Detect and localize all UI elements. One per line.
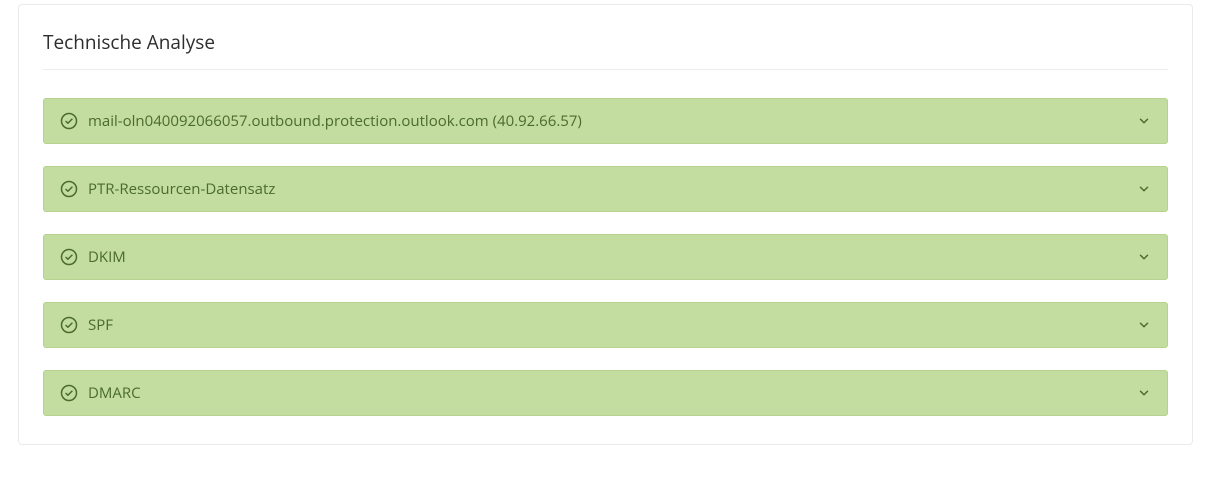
chevron-down-icon (1137, 250, 1151, 264)
technical-analysis-panel: Technische Analyse mail-oln040092066057.… (18, 4, 1193, 445)
check-circle-icon (60, 384, 78, 402)
accordion-item-label: SPF (88, 315, 1137, 335)
accordion-item-mailserver[interactable]: mail-oln040092066057.outbound.protection… (43, 98, 1168, 144)
divider (43, 69, 1168, 70)
check-circle-icon (60, 112, 78, 130)
accordion-item-label: DKIM (88, 247, 1137, 267)
chevron-down-icon (1137, 114, 1151, 128)
check-circle-icon (60, 248, 78, 266)
check-circle-icon (60, 316, 78, 334)
chevron-down-icon (1137, 182, 1151, 196)
accordion-item-label: DMARC (88, 383, 1137, 403)
accordion-item-label: mail-oln040092066057.outbound.protection… (88, 111, 1137, 131)
accordion-item-dkim[interactable]: DKIM (43, 234, 1168, 280)
accordion-item-spf[interactable]: SPF (43, 302, 1168, 348)
chevron-down-icon (1137, 386, 1151, 400)
chevron-down-icon (1137, 318, 1151, 332)
accordion-item-label: PTR-Ressourcen-Datensatz (88, 179, 1137, 199)
check-circle-icon (60, 180, 78, 198)
panel-title: Technische Analyse (43, 29, 1168, 55)
accordion-item-dmarc[interactable]: DMARC (43, 370, 1168, 416)
accordion-item-ptr[interactable]: PTR-Ressourcen-Datensatz (43, 166, 1168, 212)
